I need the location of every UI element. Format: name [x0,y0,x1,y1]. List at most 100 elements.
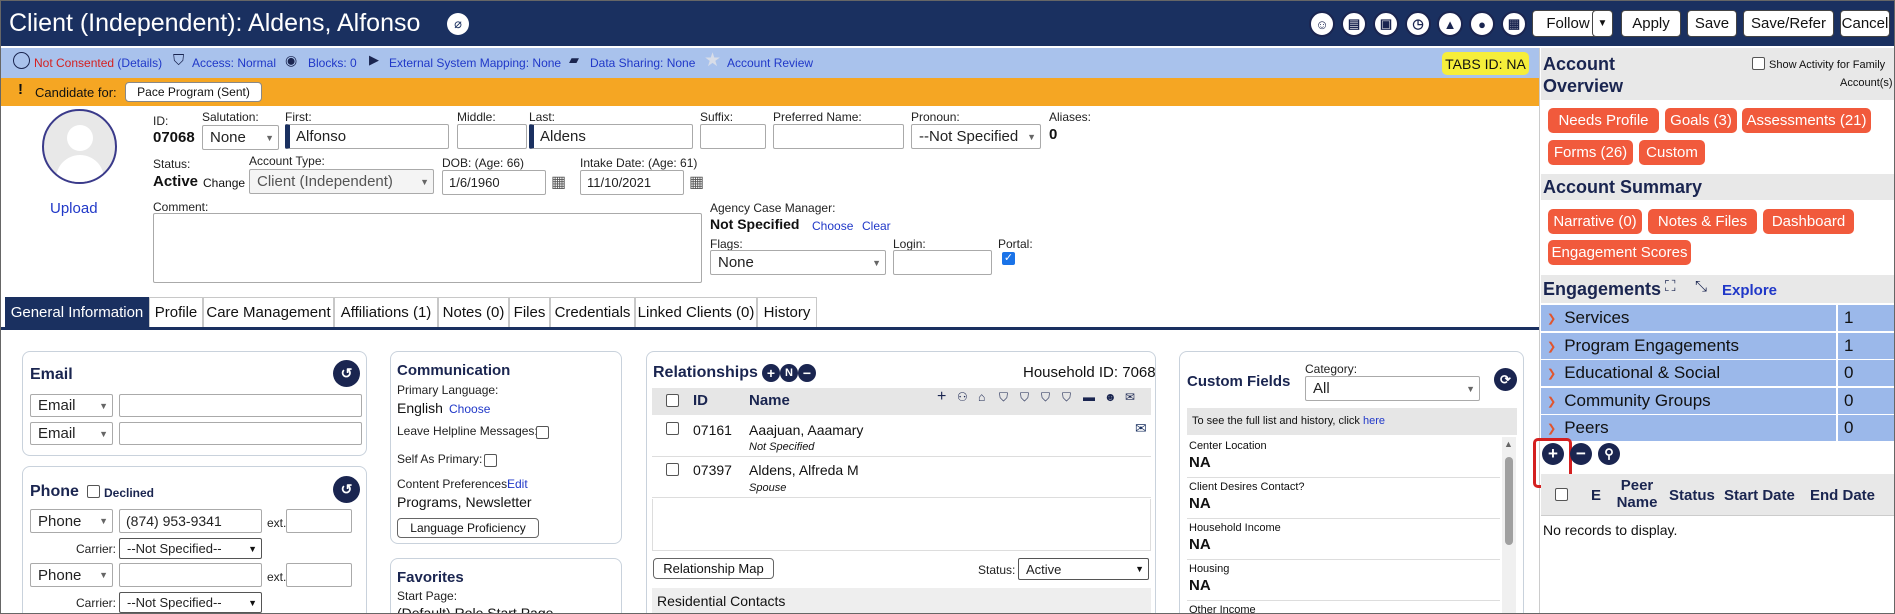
scrollbar-thumb[interactable] [1505,457,1513,545]
middle-name-input[interactable] [457,124,527,149]
access-link[interactable]: Access: Normal [192,56,276,70]
language-choose-link[interactable]: Choose [449,402,490,416]
row-checkbox[interactable] [666,463,679,476]
engagement-row-community-groups[interactable]: ❯ Community Groups [1541,388,1836,414]
select-all-checkbox[interactable] [666,394,679,407]
helpline-checkbox[interactable] [536,426,549,439]
tab-profile[interactable]: Profile [149,297,203,327]
email-input-2[interactable] [119,422,362,445]
forms-pill[interactable]: Forms (26) [1548,140,1633,165]
tab-notes[interactable]: Notes (0) [438,297,509,327]
salutation-select[interactable]: None ▼ [202,125,279,150]
history-icon[interactable]: ↺ [333,476,360,503]
comment-textarea[interactable] [153,213,702,283]
email-type-select-2[interactable]: Email ▼ [30,422,113,445]
explore-link[interactable]: Explore [1722,282,1777,299]
id-card-icon[interactable]: ▤ [1341,11,1367,37]
not-consented-link[interactable]: Not Consented [34,56,114,70]
flags-select[interactable]: None ▼ [710,250,886,275]
collapse-icon[interactable]: ⤡ [1695,278,1707,295]
blocks-link[interactable]: Blocks: 0 [308,56,357,70]
phone-type-select-2[interactable]: Phone ▼ [30,563,113,587]
apply-button[interactable]: Apply [1621,10,1681,37]
preferred-name-input[interactable] [773,124,904,149]
tab-care-management[interactable]: Care Management [203,297,334,327]
case-manager-clear-link[interactable]: Clear [862,219,891,233]
add-relationship-icon[interactable]: + [762,364,780,382]
engagement-row-program-engagements[interactable]: ❯ Program Engagements [1541,333,1836,359]
case-manager-choose-link[interactable]: Choose [812,219,853,233]
engagement-row-educational-social[interactable]: ❯ Educational & Social [1541,360,1836,386]
calendar-icon[interactable]: ▦ [551,172,566,192]
login-input[interactable] [893,250,992,275]
tab-credentials[interactable]: Credentials [550,297,635,327]
tab-affiliations[interactable]: Affiliations (1) [334,297,438,327]
tab-history[interactable]: History [757,297,817,327]
n-relationship-icon[interactable]: N [780,364,798,382]
upload-link[interactable]: Upload [50,200,98,217]
phone-number-input-1[interactable] [119,509,262,533]
change-status-link[interactable]: Change [203,176,245,190]
assessments-pill[interactable]: Assessments (21) [1742,108,1871,133]
building-icon[interactable]: ▦ [1501,11,1527,37]
phone-number-input-2[interactable] [119,563,262,587]
tab-general-information[interactable]: General Information [5,297,149,327]
engagement-row-peers[interactable]: ❯ Peers [1541,415,1836,441]
needs-profile-pill[interactable]: Needs Profile [1548,108,1659,133]
pronoun-select[interactable]: --Not Specified ▼ [911,124,1041,149]
refresh-icon[interactable]: ⟳ [1494,368,1517,391]
custom-fields-here-link[interactable]: here [1363,415,1385,427]
tag-icon[interactable]: ⌀ [447,13,469,35]
account-review-link[interactable]: Account Review [727,56,813,70]
row-checkbox[interactable] [666,422,679,435]
residential-contacts-bar[interactable]: Residential Contacts [652,588,1151,613]
phone-ext-input-1[interactable] [286,509,352,533]
last-name-input[interactable] [529,124,693,149]
lock-icon[interactable]: ▲ [1437,11,1463,37]
account-type-select[interactable]: Client (Independent) ▼ [249,169,434,194]
mail-icon[interactable]: ✉ [1135,420,1147,437]
carrier-select-1[interactable]: --Not Specified-- ▼ [119,538,262,559]
custom-pill[interactable]: Custom [1639,140,1705,165]
dashboard-pill[interactable]: Dashboard [1763,209,1854,234]
notes-files-pill[interactable]: Notes & Files [1648,209,1757,234]
content-edit-link[interactable]: Edit [507,477,528,491]
search-peer-icon[interactable]: ⚲ [1598,443,1620,465]
briefcase-icon[interactable]: ▣ [1373,11,1399,37]
cancel-button[interactable]: Cancel [1840,10,1890,37]
email-input-1[interactable] [119,394,362,417]
category-select[interactable]: All ▼ [1305,376,1480,401]
scroll-up-icon[interactable]: ▲ [1504,439,1513,449]
phone-ext-input-2[interactable] [286,563,352,587]
engagement-scores-pill[interactable]: Engagement Scores [1548,240,1691,265]
user-check-icon[interactable]: ☺ [1309,11,1335,37]
carrier-select-2[interactable]: --Not Specified-- ▼ [119,592,262,613]
user-circle-icon[interactable]: ● [1469,11,1495,37]
dob-input[interactable] [442,170,546,195]
data-sharing-link[interactable]: Data Sharing: None [590,56,695,70]
save-button[interactable]: Save [1687,10,1737,37]
save-refer-button[interactable]: Save/Refer [1743,10,1834,37]
self-primary-checkbox[interactable] [484,454,497,467]
remove-peer-icon[interactable]: − [1570,443,1592,465]
clock-icon[interactable]: ◷ [1405,11,1431,37]
custom-fields-scrollbar[interactable]: ▲ [1502,437,1516,613]
remove-relationship-icon[interactable]: − [798,364,816,382]
declined-checkbox[interactable] [87,485,100,498]
intake-date-input[interactable] [580,170,684,195]
peers-select-all-checkbox[interactable] [1555,488,1568,501]
external-mapping-link[interactable]: External System Mapping: None [389,56,561,70]
goals-pill[interactable]: Goals (3) [1665,108,1737,133]
suffix-input[interactable] [700,124,766,149]
relationship-map-button[interactable]: Relationship Map [653,558,774,579]
history-icon[interactable]: ↺ [333,360,360,387]
expand-icon[interactable]: ⛶ [1665,278,1676,295]
relationship-name[interactable]: Aaajuan, Aaamary [749,422,863,438]
calendar-icon[interactable]: ▦ [689,172,704,192]
relationship-name[interactable]: Aldens, Alfreda M [749,462,859,478]
add-peer-icon[interactable]: + [1542,443,1564,465]
first-name-input[interactable] [285,124,449,149]
language-proficiency-button[interactable]: Language Proficiency [397,518,539,538]
tab-linked-clients[interactable]: Linked Clients (0) [635,297,757,327]
email-type-select-1[interactable]: Email ▼ [30,394,113,417]
